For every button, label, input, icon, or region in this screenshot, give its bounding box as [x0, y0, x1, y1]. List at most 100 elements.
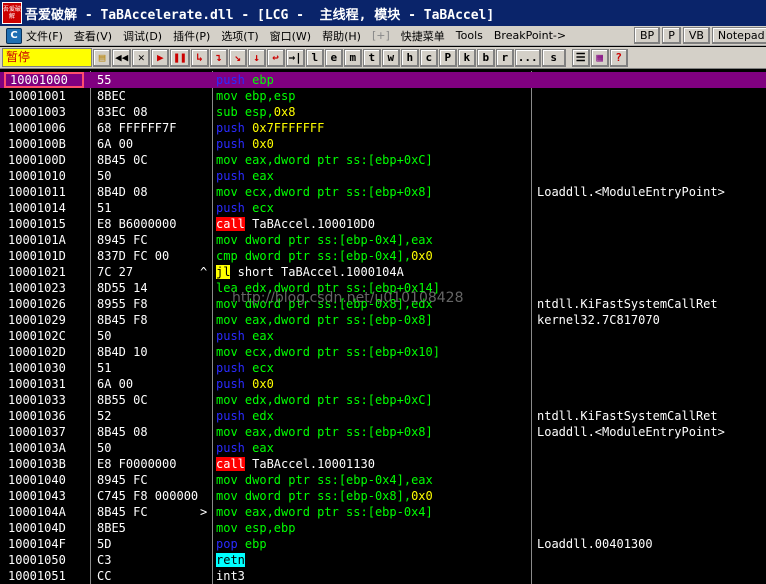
- disasm-row[interactable]: 10001040 8945 FC mov dword ptr ss:[ebp-0x4…: [0, 472, 766, 488]
- disasm-row[interactable]: 10001001 8BEC mov ebp,esp: [0, 88, 766, 104]
- vb-button[interactable]: VB: [682, 27, 710, 44]
- rewind-icon[interactable]: ◀◀: [112, 48, 132, 67]
- disasm-row[interactable]: 10001030 51 push ecx: [0, 360, 766, 376]
- menu-view[interactable]: 查看(V): [74, 28, 112, 44]
- comment-cell: Loaddll.<ModuleEntryPoint>: [537, 185, 725, 199]
- address-cell: 1000102C: [8, 329, 66, 343]
- hex-cell: 8955 F8: [97, 297, 148, 311]
- disasm-row[interactable]: 10001029 8B45 F8 mov eax,dword ptr ss:[ebp…: [0, 312, 766, 328]
- disasm-row[interactable]: 10001050 C3 retn: [0, 552, 766, 568]
- instruction-cell: mov dword ptr ss:[ebp-0x4],eax: [216, 473, 433, 487]
- tool-r[interactable]: r: [495, 48, 514, 67]
- disasm-row[interactable]: 1000102D 8B4D 10 mov ecx,dword ptr ss:[ebp…: [0, 344, 766, 360]
- menu-window[interactable]: 窗口(W): [270, 28, 311, 44]
- tool-t[interactable]: t: [362, 48, 381, 67]
- disasm-row[interactable]: 10001015 E8 B6000000 call TaBAccel.100010D…: [0, 216, 766, 232]
- address-cell: 10001026: [8, 297, 66, 311]
- grid-icon[interactable]: ▦: [590, 48, 609, 67]
- disasm-row[interactable]: 10001033 8B55 0C mov edx,dword ptr ss:[ebp…: [0, 392, 766, 408]
- run-icon[interactable]: ▶: [151, 48, 170, 67]
- disasm-row[interactable]: 10001037 8B45 08 mov eax,dword ptr ss:[ebp…: [0, 424, 766, 440]
- goto-icon[interactable]: →|: [285, 48, 305, 67]
- step-into-icon[interactable]: ↳: [190, 48, 209, 67]
- disasm-row[interactable]: 1000104D 8BE5 mov esp,ebp: [0, 520, 766, 536]
- tool-l[interactable]: l: [305, 48, 324, 67]
- menu-options[interactable]: 选项(T): [221, 28, 258, 44]
- menu-expand[interactable]: [+]: [372, 29, 390, 42]
- disasm-row[interactable]: 1000100D 8B45 0C mov eax,dword ptr ss:[ebp…: [0, 152, 766, 168]
- tool-e[interactable]: e: [324, 48, 343, 67]
- trace-into-icon[interactable]: ↘: [228, 48, 247, 67]
- tool-p[interactable]: P: [438, 48, 457, 67]
- notepad-button[interactable]: Notepad: [711, 27, 766, 44]
- address-cell: 1000102D: [8, 345, 66, 359]
- menu-plugins[interactable]: 插件(P): [173, 28, 210, 44]
- hex-cell: 8B55 0C: [97, 393, 148, 407]
- menu-breakpoint[interactable]: BreakPoint->: [494, 29, 566, 42]
- disasm-row[interactable]: 10001010 50 push eax: [0, 168, 766, 184]
- help-icon[interactable]: ?: [609, 48, 628, 67]
- tool-h[interactable]: h: [400, 48, 419, 67]
- tool-c[interactable]: c: [419, 48, 438, 67]
- disasm-row[interactable]: 10001043 C745 F8 000000 mov dword ptr ss:[…: [0, 488, 766, 504]
- menu-file[interactable]: 文件(F): [26, 28, 63, 44]
- tool-w[interactable]: w: [381, 48, 400, 67]
- hex-cell: 51: [97, 201, 112, 215]
- address-cell: 10001040: [8, 473, 66, 487]
- pause-icon[interactable]: ❚❚: [170, 48, 190, 67]
- p-button[interactable]: P: [662, 27, 681, 44]
- disasm-row[interactable]: 1000101D 837D FC 00 cmp dword ptr ss:[ebp-…: [0, 248, 766, 264]
- address-cell: 1000100B: [8, 137, 66, 151]
- instruction-cell: mov eax,dword ptr ss:[ebp+0xC]: [216, 153, 433, 167]
- comment-cell: Loaddll.00401300: [537, 537, 653, 551]
- disasm-row[interactable]: 10001051 CC int3: [0, 568, 766, 584]
- tool-b[interactable]: b: [476, 48, 495, 67]
- disasm-row[interactable]: 10001003 83EC 08 sub esp,0x8: [0, 104, 766, 120]
- address-cell: 10001001: [8, 89, 66, 103]
- disasm-row[interactable]: 10001031 6A 00 push 0x0: [0, 376, 766, 392]
- hex-cell: 8945 FC: [97, 473, 148, 487]
- bp-button[interactable]: BP: [634, 27, 661, 44]
- disasm-row[interactable]: 10001036 52 push edx ntdll.KiFastSystemCall…: [0, 408, 766, 424]
- disasm-row[interactable]: 1000104F 5D pop ebp Loaddll.00401300: [0, 536, 766, 552]
- tool-m[interactable]: m: [343, 48, 362, 67]
- open-icon[interactable]: ▤: [93, 48, 111, 67]
- address-cell: 10001029: [8, 313, 66, 327]
- address-cell: 10001011: [8, 185, 66, 199]
- close-icon[interactable]: ✕: [132, 48, 151, 67]
- tool-more[interactable]: ...: [514, 48, 541, 67]
- hex-cell: 8D55 14: [97, 281, 148, 295]
- instruction-cell: push ecx: [216, 361, 274, 375]
- tool-k[interactable]: k: [457, 48, 476, 67]
- hex-cell: 6A 00: [97, 377, 134, 391]
- disasm-row[interactable]: 10001011 8B4D 08 mov ecx,dword ptr ss:[ebp…: [0, 184, 766, 200]
- debugger-icon[interactable]: C: [6, 27, 22, 44]
- menu-shortcuts[interactable]: 快捷菜单: [401, 28, 445, 44]
- address-cell: 10001051: [8, 569, 66, 583]
- menu-tools[interactable]: Tools: [456, 29, 483, 42]
- instruction-cell: push edx: [216, 409, 274, 423]
- list-icon[interactable]: ☰: [571, 48, 590, 67]
- disasm-row[interactable]: 10001006 68 FFFFFF7F push 0x7FFFFFFF: [0, 120, 766, 136]
- trace-over-icon[interactable]: ↓: [247, 48, 266, 67]
- disasm-row[interactable]: 1000100B 6A 00 push 0x0: [0, 136, 766, 152]
- tool-s[interactable]: s: [541, 48, 566, 67]
- menu-help[interactable]: 帮助(H): [322, 28, 361, 44]
- address-cell: 1000103B: [8, 457, 66, 471]
- menu-bar: C 文件(F) 查看(V) 调试(D) 插件(P) 选项(T) 窗口(W) 帮助…: [0, 26, 766, 46]
- step-over-icon[interactable]: ↴: [209, 48, 228, 67]
- menu-debug[interactable]: 调试(D): [123, 28, 162, 44]
- disasm-row[interactable]: 1000101A 8945 FC mov dword ptr ss:[ebp-0x4…: [0, 232, 766, 248]
- disasm-row[interactable]: 1000103A 50 push eax: [0, 440, 766, 456]
- hex-cell: 837D FC 00: [97, 249, 170, 263]
- hex-cell: 50: [97, 169, 112, 183]
- disasm-row[interactable]: 10001000 55 push ebp: [0, 72, 766, 88]
- disasm-row[interactable]: 10001021 7C 27 jl short TaBAccel.1000104A ^: [0, 264, 766, 280]
- disasm-row[interactable]: 1000104A 8B45 FC mov eax,dword ptr ss:[ebp…: [0, 504, 766, 520]
- disasm-row[interactable]: 1000102C 50 push eax: [0, 328, 766, 344]
- execute-till-return-icon[interactable]: ↩: [266, 48, 285, 67]
- disasm-row[interactable]: 10001014 51 push ecx: [0, 200, 766, 216]
- disassembly-pane[interactable]: 10001000 55 push ebp 10001001 8BEC mov ebp,es…: [0, 71, 766, 584]
- disasm-row[interactable]: 1000103B E8 F0000000 call TaBAccel.1000113…: [0, 456, 766, 472]
- hex-cell: 51: [97, 361, 112, 375]
